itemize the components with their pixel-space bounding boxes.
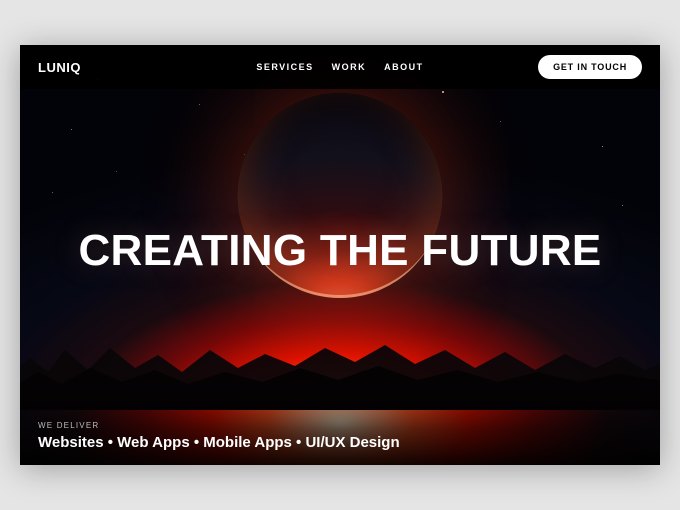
hero-section: CREATING THE FUTURE WE DELIVER Websites … (20, 45, 660, 465)
deliver-section: WE DELIVER Websites • Web Apps • Mobile … (38, 421, 400, 451)
deliver-text: Websites • Web Apps • Mobile Apps • UI/U… (38, 434, 400, 451)
cta-button[interactable]: GET IN TOUCH (538, 55, 642, 79)
page-container: CREATING THE FUTURE WE DELIVER Websites … (20, 45, 660, 465)
nav-link-work[interactable]: WORK (332, 62, 367, 72)
nav-link-about[interactable]: ABOUT (384, 62, 424, 72)
deliver-label: WE DELIVER (38, 421, 400, 430)
logo[interactable]: LUNIQ (38, 60, 81, 75)
hero-headline: CREATING THE FUTURE (78, 226, 601, 276)
navbar: LUNIQ SERVICES WORK ABOUT GET IN TOUCH (20, 45, 660, 89)
nav-links: SERVICES WORK ABOUT (256, 62, 423, 72)
nav-link-services[interactable]: SERVICES (256, 62, 313, 72)
bottom-fade (20, 375, 660, 465)
